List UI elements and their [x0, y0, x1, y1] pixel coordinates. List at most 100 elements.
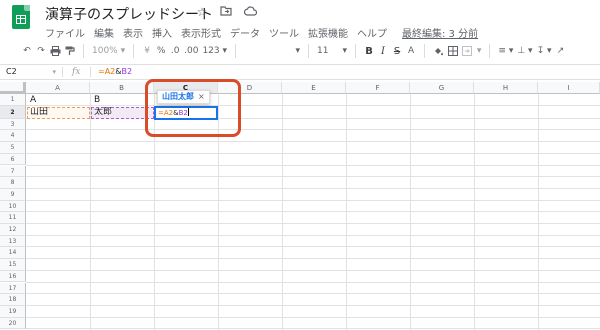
row-header-5[interactable]: 5	[0, 142, 26, 154]
row-header-18[interactable]: 18	[0, 294, 26, 306]
title-icons: ☆	[195, 4, 257, 20]
formula-bar: C2 fx =A2&B2	[0, 64, 600, 80]
sheets-logo-icon[interactable]	[12, 5, 30, 29]
menu-edit[interactable]: 編集	[94, 25, 114, 40]
column-header-a[interactable]: A	[26, 82, 90, 94]
column-header-g[interactable]: G	[410, 82, 474, 94]
toolbar-divider	[83, 44, 84, 58]
row-gridline	[26, 281, 600, 283]
zoom-select[interactable]: 100% ▾	[90, 42, 127, 60]
star-icon[interactable]: ☆	[195, 4, 209, 20]
undo-icon[interactable]: ↶	[20, 42, 34, 60]
row-header-15[interactable]: 15	[0, 259, 26, 271]
row-header-11[interactable]: 11	[0, 212, 26, 224]
redo-icon[interactable]: ↷	[34, 42, 48, 60]
toolbar-divider	[355, 44, 357, 58]
toolbar: ↶ ↷ 100% ▾ ¥ % .0 .00 123 ▾ ▾ 11 ▾ B I S …	[0, 40, 600, 62]
formula-ref-a2: =A2	[98, 67, 116, 76]
toolbar-divider	[308, 44, 310, 58]
row-gridline	[26, 164, 600, 166]
row-header-2[interactable]: 2	[0, 105, 26, 119]
text-wrap-icon[interactable]: ↧ ▾	[535, 42, 554, 60]
row-header-14[interactable]: 14	[0, 247, 26, 260]
row-gridline	[26, 328, 600, 330]
text-color-icon: A	[407, 46, 415, 56]
fx-icon: fx	[72, 67, 81, 77]
strikethrough-button[interactable]: S	[390, 42, 404, 60]
menu-tools[interactable]: ツール	[269, 25, 299, 40]
row-header-4[interactable]: 4	[0, 130, 26, 143]
column-header-f[interactable]: F	[346, 82, 410, 94]
menu-extensions[interactable]: 拡張機能	[308, 25, 348, 40]
row-header-9[interactable]: 9	[0, 188, 26, 201]
print-icon[interactable]	[48, 42, 63, 60]
menu-file[interactable]: ファイル	[45, 25, 85, 40]
font-size-select[interactable]: 11 ▾	[315, 42, 349, 60]
menu-insert[interactable]: 挿入	[152, 25, 172, 40]
row-header-19[interactable]: 19	[0, 305, 26, 318]
font-family-select[interactable]: ▾	[242, 42, 302, 60]
row-header-20[interactable]: 20	[0, 317, 26, 330]
decrease-decimal-button[interactable]: .0	[168, 42, 182, 60]
row-gridline	[26, 211, 600, 213]
cell-a1[interactable]: A	[27, 95, 90, 106]
formula-divider	[90, 67, 91, 77]
folder-move-icon[interactable]	[219, 4, 233, 20]
text-rotation-icon[interactable]: ↗	[553, 42, 567, 60]
document-title[interactable]: 演算子のスプレッドシート	[45, 4, 213, 24]
row-gridline	[26, 258, 600, 260]
toolbar-divider	[235, 44, 237, 58]
menu-format[interactable]: 表示形式	[181, 25, 221, 40]
row-header-16[interactable]: 16	[0, 270, 26, 283]
horizontal-align-icon[interactable]: ≡ ▾	[496, 42, 515, 60]
row-gridline	[26, 187, 600, 189]
formula-divider	[62, 67, 63, 77]
menu-view[interactable]: 表示	[123, 25, 143, 40]
formula-ref-b2: B2	[121, 67, 133, 76]
row-gridline	[26, 152, 600, 154]
formula-input[interactable]: =A2&B2	[98, 65, 132, 79]
last-edit-link[interactable]: 最終編集: 3 分前	[402, 25, 478, 40]
merge-cells-icon[interactable]: ▾	[460, 42, 483, 60]
sheet-grid: A B C D E F G H I 1 2 3 4 5 6 7 8 9 10 11 12 13 14 15 1…	[0, 82, 600, 330]
name-box[interactable]: C2	[0, 65, 60, 79]
bold-button[interactable]: B	[362, 42, 376, 60]
row-header-13[interactable]: 13	[0, 235, 26, 248]
row-gridline	[26, 141, 600, 143]
borders-icon[interactable]	[446, 42, 460, 60]
column-header-i[interactable]: I	[538, 82, 600, 94]
menu-data[interactable]: データ	[230, 25, 260, 40]
row-header-1[interactable]: 1	[0, 94, 26, 106]
row-header-10[interactable]: 10	[0, 200, 26, 213]
toolbar-divider	[489, 44, 491, 58]
row-gridline	[26, 234, 600, 236]
paint-format-icon[interactable]	[63, 42, 77, 60]
italic-button[interactable]: I	[376, 42, 390, 60]
column-header-e[interactable]: E	[282, 82, 346, 94]
row-header-12[interactable]: 12	[0, 224, 26, 236]
cell-a2[interactable]: 山田	[27, 107, 90, 119]
number-format-select[interactable]: 123 ▾	[200, 42, 229, 60]
vertical-align-icon[interactable]: ⊥ ▾	[515, 42, 534, 60]
cloud-icon[interactable]	[243, 4, 257, 20]
row-header-3[interactable]: 3	[0, 118, 26, 131]
menu-help[interactable]: ヘルプ	[357, 25, 387, 40]
cell-gridlines	[26, 94, 600, 330]
row-header-6[interactable]: 6	[0, 153, 26, 166]
row-gridline	[26, 223, 600, 224]
select-all-corner[interactable]	[0, 82, 26, 94]
increase-decimal-button[interactable]: .00	[182, 42, 200, 60]
text-color-button[interactable]: A	[404, 42, 418, 60]
row-gridline	[26, 293, 600, 295]
percent-button[interactable]: %	[154, 42, 168, 60]
column-header-h[interactable]: H	[474, 82, 538, 94]
row-header-17[interactable]: 17	[0, 282, 26, 295]
row-header-8[interactable]: 8	[0, 177, 26, 189]
font-size-value: 11	[317, 46, 329, 56]
row-header-7[interactable]: 7	[0, 165, 26, 178]
toolbar-divider	[133, 44, 135, 58]
row-gridline	[26, 129, 600, 131]
zoom-value: 100%	[92, 46, 118, 56]
currency-icon[interactable]: ¥	[140, 42, 154, 60]
fill-color-icon[interactable]	[431, 42, 446, 60]
